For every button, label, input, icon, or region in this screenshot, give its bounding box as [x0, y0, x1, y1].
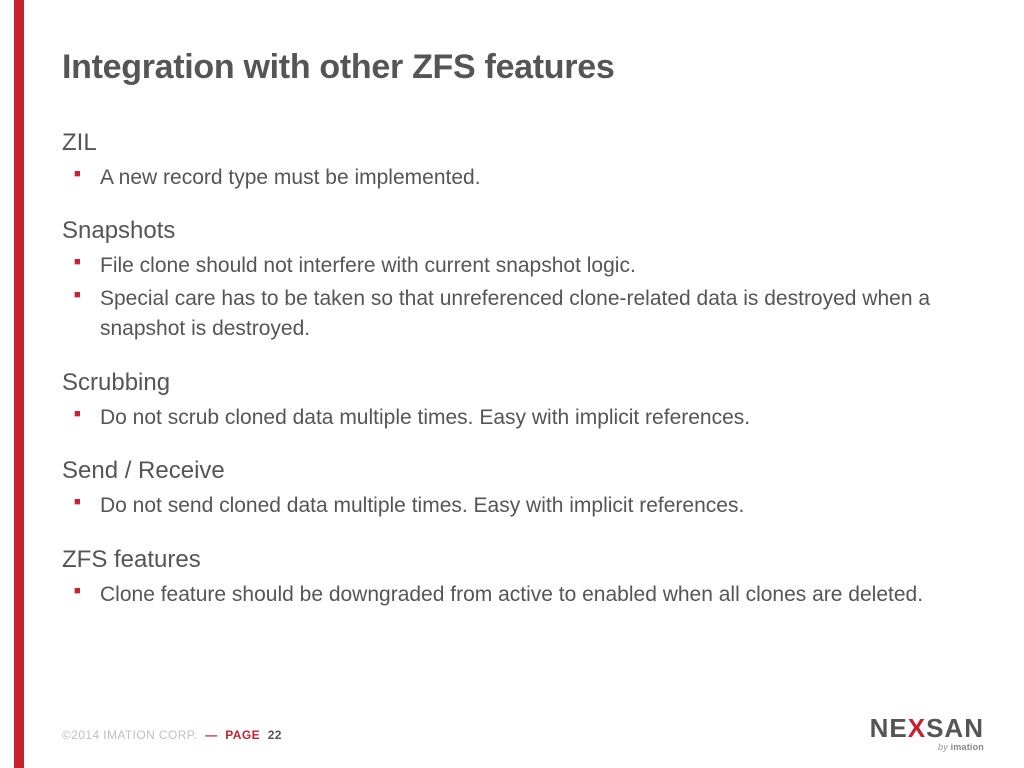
bullet-item: Do not scrub cloned data multiple times.…: [100, 403, 976, 433]
slide-title: Integration with other ZFS features: [62, 48, 976, 87]
section-scrubbing: Scrubbing Do not scrub cloned data multi…: [62, 369, 976, 433]
page-number: 22: [264, 728, 282, 742]
accent-bar: [14, 0, 24, 768]
section-zfs-features: ZFS features Clone feature should be dow…: [62, 546, 976, 610]
bullet-item: Clone feature should be downgraded from …: [100, 580, 976, 610]
page-label: PAGE: [225, 728, 260, 742]
footer: ©2014 IMATION CORP. — PAGE 22: [62, 728, 282, 742]
logo-sub-brand: imation: [951, 742, 984, 752]
section-heading: Send / Receive: [62, 457, 976, 485]
logo-part-san: SAN: [926, 713, 984, 743]
bullet-item: Special care has to be taken so that unr…: [100, 284, 976, 345]
footer-dash: —: [201, 728, 221, 742]
bullet-item: File clone should not interfere with cur…: [100, 251, 976, 281]
slide-content: Integration with other ZFS features ZIL …: [62, 48, 976, 634]
bullet-list: Do not send cloned data multiple times. …: [62, 491, 976, 521]
bullet-item: A new record type must be implemented.: [100, 163, 976, 193]
section-send-receive: Send / Receive Do not send cloned data m…: [62, 457, 976, 521]
copyright: ©2014 IMATION CORP.: [62, 728, 197, 742]
logo-part-ne: NE: [870, 713, 908, 743]
section-snapshots: Snapshots File clone should not interfer…: [62, 217, 976, 344]
bullet-list: Clone feature should be downgraded from …: [62, 580, 976, 610]
section-zil: ZIL A new record type must be implemente…: [62, 129, 976, 193]
logo-subtext: by imation: [870, 742, 984, 752]
bullet-list: File clone should not interfere with cur…: [62, 251, 976, 344]
section-heading: Snapshots: [62, 217, 976, 245]
section-heading: ZFS features: [62, 546, 976, 574]
bullet-item: Do not send cloned data multiple times. …: [100, 491, 976, 521]
logo-sub-by: by: [938, 742, 951, 752]
bullet-list: Do not scrub cloned data multiple times.…: [62, 403, 976, 433]
section-heading: ZIL: [62, 129, 976, 157]
nexsan-logo: NEXSAN by imation: [870, 715, 984, 752]
logo-part-x: X: [908, 713, 926, 743]
section-heading: Scrubbing: [62, 369, 976, 397]
bullet-list: A new record type must be implemented.: [62, 163, 976, 193]
logo-text: NEXSAN: [870, 715, 984, 741]
